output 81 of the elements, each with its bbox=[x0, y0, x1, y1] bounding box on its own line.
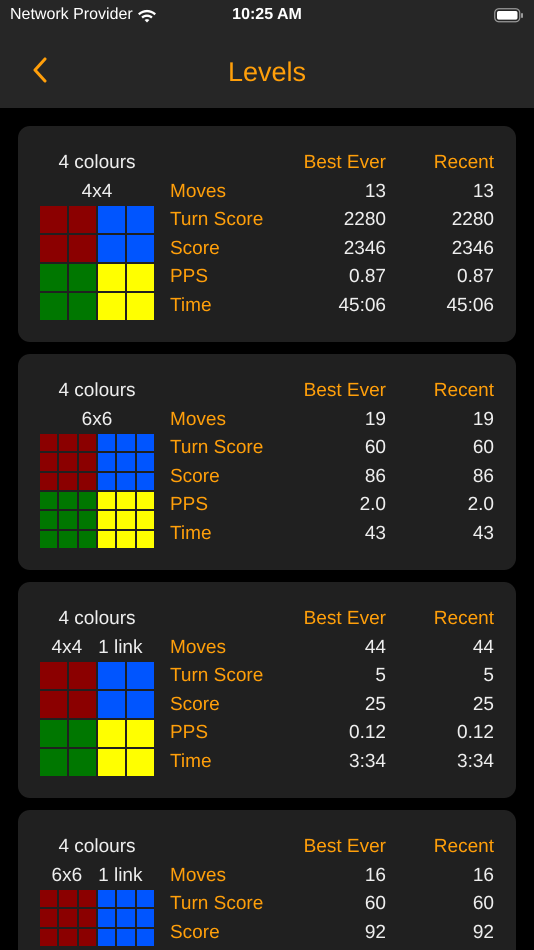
stat-label: Score bbox=[170, 236, 221, 260]
level-card[interactable]: 4 colours 6x6 Best Ever Recent Moves 19 19 Turn Score 60 60 Score 86 86 PPS 2.0 2.0 Time 43 43 bbox=[18, 354, 516, 570]
stat-value: 0.12 bbox=[348, 721, 386, 745]
stat-value: 19 bbox=[364, 408, 386, 432]
page-title: Levels bbox=[228, 56, 306, 89]
level-card[interactable]: 4 colours 4x4 1 link Best Ever Recent Moves 44 44 Turn Score 5 5 Score 25 25 PPS 0.12 0.12 Time 3:34 3:34 bbox=[18, 582, 516, 798]
stat-value: 86 bbox=[364, 464, 386, 488]
column-header: Recent bbox=[432, 379, 494, 403]
board-size: 4x4 bbox=[52, 636, 82, 660]
stat-value: 86 bbox=[472, 464, 494, 488]
column-header: Best Ever bbox=[302, 835, 386, 859]
stat-label: Score bbox=[170, 692, 221, 716]
stat-value: 0.12 bbox=[456, 721, 494, 745]
stat-value: 45:06 bbox=[445, 294, 494, 318]
stat-value: 16 bbox=[472, 864, 494, 888]
stat-label: Turn Score bbox=[170, 208, 264, 232]
stat-value: 2346 bbox=[342, 236, 386, 260]
stat-value: 16 bbox=[364, 864, 386, 888]
stat-value: 13 bbox=[472, 180, 494, 204]
stat-value: 19 bbox=[472, 408, 494, 432]
column-header: Recent bbox=[432, 151, 494, 175]
stat-value: 0.87 bbox=[348, 265, 386, 289]
stat-label: PPS bbox=[170, 493, 210, 517]
stat-label: Moves bbox=[170, 864, 227, 888]
battery-icon bbox=[494, 8, 524, 22]
stat-value: 25 bbox=[472, 692, 494, 716]
stat-label: Score bbox=[170, 920, 221, 944]
stat-label: Time bbox=[170, 750, 213, 774]
stat-label: PPS bbox=[170, 265, 210, 289]
board-size: 6x6 bbox=[82, 408, 112, 432]
stat-value: 60 bbox=[472, 892, 494, 916]
stat-value: 45:06 bbox=[337, 294, 386, 318]
stat-value: 60 bbox=[472, 436, 494, 460]
stat-value: 2.0 bbox=[358, 493, 386, 517]
stat-label: Turn Score bbox=[170, 664, 264, 688]
stat-value: 5 bbox=[374, 664, 386, 688]
stat-value: 2.0 bbox=[466, 493, 494, 517]
stat-value: 60 bbox=[364, 892, 386, 916]
stat-value: 92 bbox=[364, 920, 386, 944]
stat-label: Score bbox=[170, 464, 221, 488]
clock-time: 10:25 AM bbox=[232, 5, 302, 25]
board-size: 6x6 bbox=[52, 864, 82, 888]
wifi-icon bbox=[136, 8, 157, 22]
column-header: Best Ever bbox=[302, 379, 386, 403]
level-card[interactable]: 4 colours 6x6 1 link Best Ever Recent Moves 16 16 Turn Score 60 60 Score 92 92 bbox=[18, 810, 516, 950]
carrier-label: Network Provider bbox=[10, 5, 133, 25]
link-count: 1 link bbox=[98, 636, 142, 660]
stat-value: 43 bbox=[472, 522, 494, 546]
stat-value: 13 bbox=[364, 180, 386, 204]
stat-value: 43 bbox=[364, 522, 386, 546]
stat-value: 44 bbox=[364, 636, 386, 660]
stat-value: 60 bbox=[364, 436, 386, 460]
stat-value: 25 bbox=[364, 692, 386, 716]
stat-value: 2280 bbox=[450, 208, 494, 232]
stat-label: Turn Score bbox=[170, 436, 264, 460]
stat-label: Moves bbox=[170, 636, 227, 660]
column-header: Recent bbox=[432, 607, 494, 631]
stat-value: 92 bbox=[472, 920, 494, 944]
stat-label: Time bbox=[170, 294, 213, 318]
stat-value: 3:34 bbox=[456, 750, 494, 774]
board-size: 4x4 bbox=[82, 180, 112, 204]
stat-value: 2346 bbox=[450, 236, 494, 260]
colour-count: 4 colours bbox=[58, 607, 136, 631]
stat-label: Time bbox=[170, 522, 213, 546]
stat-label: Moves bbox=[170, 408, 227, 432]
colour-count: 4 colours bbox=[58, 835, 136, 859]
colour-count: 4 colours bbox=[58, 379, 136, 403]
stat-label: PPS bbox=[170, 721, 210, 745]
level-card[interactable]: 4 colours 4x4 Best Ever Recent Moves 13 13 Turn Score 2280 2280 Score 2346 2346 PPS 0.87 0.87 Time 45:06 45:06 bbox=[18, 126, 516, 342]
column-header: Best Ever bbox=[302, 607, 386, 631]
stat-label: Moves bbox=[170, 180, 227, 204]
column-header: Recent bbox=[432, 835, 494, 859]
stat-label: Turn Score bbox=[170, 892, 264, 916]
stat-value: 3:34 bbox=[348, 750, 386, 774]
colour-count: 4 colours bbox=[58, 151, 136, 175]
stat-value: 0.87 bbox=[456, 265, 494, 289]
column-header: Best Ever bbox=[302, 151, 386, 175]
link-count: 1 link bbox=[98, 864, 142, 888]
stat-value: 44 bbox=[472, 636, 494, 660]
stat-value: 2280 bbox=[342, 208, 386, 232]
stat-value: 5 bbox=[482, 664, 494, 688]
